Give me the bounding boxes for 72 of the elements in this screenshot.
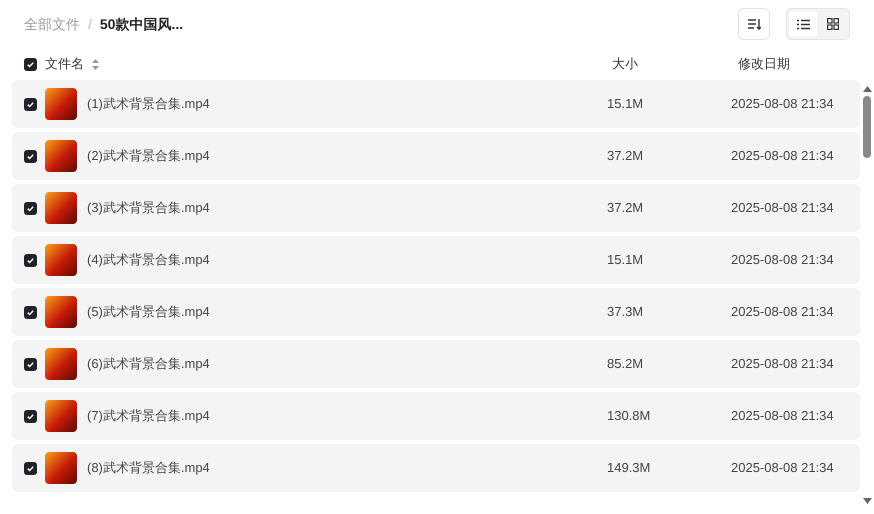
file-row[interactable]: (7)武术背景合集.mp4 130.8M 2025-08-08 21:34 (12, 392, 860, 440)
check-icon (26, 152, 35, 160)
file-name[interactable]: (3)武术背景合集.mp4 (87, 198, 607, 218)
checkbox[interactable] (24, 202, 37, 214)
file-row[interactable]: (2)武术背景合集.mp4 37.2M 2025-08-08 21:34 (12, 132, 860, 180)
modified-date: 2025-08-08 21:34 (731, 355, 834, 374)
column-header[interactable]: 大小 (596, 54, 722, 74)
file-size: 37.2M (607, 147, 644, 166)
file-name[interactable]: (5)武术背景合集.mp4 (87, 302, 607, 322)
checkbox[interactable] (24, 358, 37, 370)
video-thumbnail (45, 88, 77, 120)
file-size: 15.1M (607, 95, 644, 114)
checkbox[interactable] (24, 58, 37, 70)
file-row[interactable]: (6)武术背景合集.mp4 85.2M 2025-08-08 21:34 (12, 340, 860, 388)
file-size: 130.8M (607, 407, 652, 426)
video-thumbnail (45, 348, 77, 380)
checkbox[interactable] (24, 306, 37, 318)
column-header[interactable]: 修改日期 (722, 54, 790, 74)
sort-button[interactable] (738, 8, 770, 40)
video-thumbnail (45, 192, 77, 224)
file-name[interactable]: (6)武术背景合集.mp4 (87, 354, 607, 374)
scroll-down-icon[interactable] (862, 498, 872, 504)
column-header[interactable]: 文件名 (45, 54, 84, 74)
check-icon (26, 412, 35, 420)
file-row[interactable]: (4)武术背景合集.mp4 15.1M 2025-08-08 21:34 (12, 236, 860, 284)
checkbox[interactable] (24, 410, 37, 422)
scrollbar-thumb[interactable] (863, 96, 871, 158)
checkbox[interactable] (24, 462, 37, 474)
checkbox[interactable] (24, 98, 37, 110)
grid-icon (827, 18, 839, 30)
checkbox[interactable] (24, 254, 37, 266)
video-thumbnail (45, 400, 77, 432)
file-name[interactable]: (1)武术背景合集.mp4 (87, 94, 607, 114)
modified-date: 2025-08-08 21:34 (731, 407, 834, 426)
modified-date: 2025-08-08 21:34 (731, 459, 834, 478)
file-name[interactable]: (2)武术背景合集.mp4 (87, 146, 607, 166)
file-row[interactable]: (5)武术背景合集.mp4 37.3M 2025-08-08 21:34 (12, 288, 860, 336)
checkbox[interactable] (24, 150, 37, 162)
check-icon (26, 360, 35, 368)
video-thumbnail (45, 244, 77, 276)
breadcrumb-item: 50款中国风... (100, 14, 184, 34)
file-name[interactable]: (7)武术背景合集.mp4 (87, 406, 607, 426)
file-size: 37.3M (607, 303, 644, 322)
video-thumbnail (45, 140, 77, 172)
list-view-button[interactable] (789, 11, 817, 37)
sort-arrows-icon[interactable] (92, 58, 99, 70)
modified-date: 2025-08-08 21:34 (731, 147, 834, 166)
modified-date: 2025-08-08 21:34 (731, 303, 834, 322)
check-icon (26, 204, 35, 212)
check-icon (26, 308, 35, 316)
file-name[interactable]: (8)武术背景合集.mp4 (87, 458, 607, 478)
file-size: 37.2M (607, 199, 644, 218)
modified-date: 2025-08-08 21:34 (731, 199, 834, 218)
scroll-up-icon[interactable] (862, 86, 872, 92)
file-name[interactable]: (4)武术背景合集.mp4 (87, 250, 607, 270)
file-row[interactable]: (3)武术背景合集.mp4 37.2M 2025-08-08 21:34 (12, 184, 860, 232)
check-icon (26, 256, 35, 264)
list-icon (796, 18, 810, 30)
file-row[interactable]: (8)武术背景合集.mp4 149.3M 2025-08-08 21:34 (12, 444, 860, 492)
modified-date: 2025-08-08 21:34 (731, 251, 834, 270)
file-size: 85.2M (607, 355, 644, 374)
sort-icon (747, 17, 761, 31)
check-icon (26, 60, 35, 68)
file-row[interactable]: (1)武术背景合集.mp4 15.1M 2025-08-08 21:34 (12, 80, 860, 128)
breadcrumb-separator: / (88, 14, 92, 34)
check-icon (26, 100, 35, 108)
file-size: 15.1M (607, 251, 644, 270)
modified-date: 2025-08-08 21:34 (731, 95, 834, 114)
video-thumbnail (45, 452, 77, 484)
file-size: 149.3M (607, 459, 652, 478)
check-icon (26, 464, 35, 472)
video-thumbnail (45, 296, 77, 328)
